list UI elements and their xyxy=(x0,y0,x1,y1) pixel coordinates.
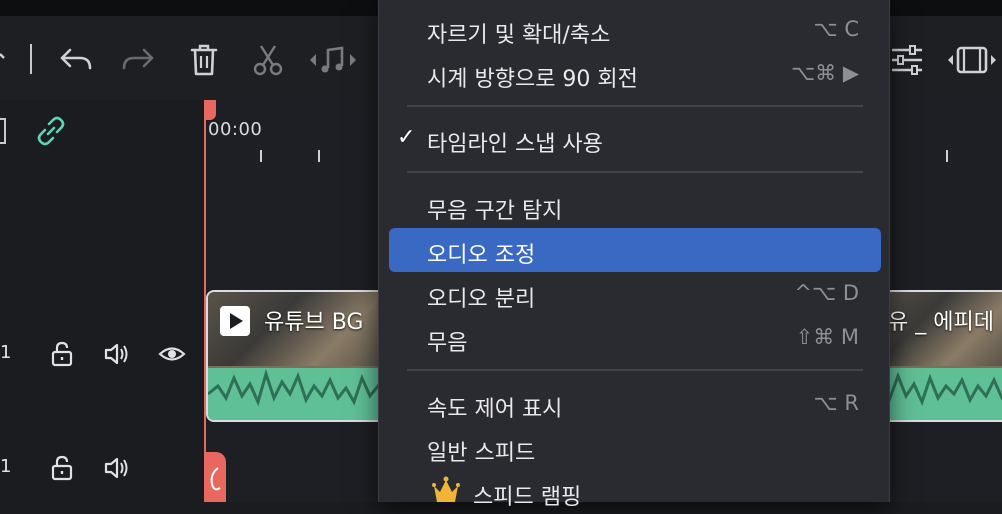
menu-item-shortcut: ⌥ C xyxy=(813,17,859,41)
ruler-tick xyxy=(260,150,262,162)
playhead[interactable] xyxy=(204,100,206,502)
menu-item-shortcut: ⇧⌘ M xyxy=(795,325,859,349)
audio-music-icon[interactable] xyxy=(308,40,358,80)
menu-item-timeline-snap[interactable]: ✓ 타임라인 스냅 사용 xyxy=(389,117,881,161)
menu-item-normal-speed[interactable]: 일반 스피드 xyxy=(389,426,881,470)
menu-item-audio-adjust[interactable]: 오디오 조정 xyxy=(389,228,881,272)
track-select-icon[interactable] xyxy=(0,118,6,144)
menu-item-label: 자르기 및 확대/축소 xyxy=(427,23,611,48)
menu-item-mute[interactable]: 무음 ⇧⌘ M xyxy=(389,316,881,360)
playhead-handle[interactable] xyxy=(204,100,216,120)
track-header-panel xyxy=(0,100,204,502)
adjust-sliders-icon[interactable] xyxy=(888,40,928,80)
menu-item-label: 스피드 램핑 xyxy=(473,485,582,510)
speaker-volume-icon[interactable] xyxy=(102,340,130,368)
menu-item-label: 시계 방향으로 90 회전 xyxy=(427,67,638,92)
delete-trash-icon[interactable] xyxy=(184,40,224,80)
menu-separator xyxy=(407,171,863,173)
scissors-split-icon[interactable] xyxy=(248,40,288,80)
menu-item-silence-detection[interactable]: 무음 구간 탐지 xyxy=(389,184,881,228)
redo-icon[interactable] xyxy=(118,40,158,80)
menu-item-label: 오디오 조정 xyxy=(427,243,536,268)
eye-visibility-icon[interactable] xyxy=(158,340,186,368)
playhead-bottom-handle[interactable] xyxy=(204,452,226,502)
menu-item-label: 무음 구간 탐지 xyxy=(427,199,563,224)
audio-waveform xyxy=(872,368,1002,420)
speaker-volume-icon[interactable] xyxy=(102,454,130,482)
menu-item-speed-control[interactable]: 속도 제어 표시 ⌥ R xyxy=(389,382,881,426)
menu-separator xyxy=(407,105,863,107)
menu-item-speed-ramping[interactable]: 스피드 램핑 xyxy=(389,470,881,514)
context-menu: 자르기 및 확대/축소 ⌥ C 시계 방향으로 90 회전 ⌥⌘ ▶ ✓ 타임라… xyxy=(378,0,890,510)
clip-title: 유튜브 BG xyxy=(264,310,364,335)
menu-item-shortcut: ⌥ R xyxy=(813,391,859,415)
chevron-down-icon[interactable] xyxy=(0,42,8,82)
menu-item-rotate-90[interactable]: 시계 방향으로 90 회전 ⌥⌘ ▶ xyxy=(389,52,881,96)
lock-icon[interactable] xyxy=(48,454,76,482)
ruler-tick xyxy=(318,150,320,162)
menu-item-label: 일반 스피드 xyxy=(427,441,536,466)
menu-item-shortcut: ⌥⌘ ▶ xyxy=(790,61,859,85)
menu-item-label: 타임라인 스냅 사용 xyxy=(427,132,603,157)
track-number: 1 xyxy=(0,342,12,363)
checkmark-icon: ✓ xyxy=(397,125,416,150)
ruler-tick xyxy=(946,150,948,162)
timeline-timecode: 00:00 xyxy=(208,119,263,140)
toolbar-divider xyxy=(30,44,32,74)
track-number: 1 xyxy=(0,456,12,477)
undo-icon[interactable] xyxy=(56,40,96,80)
video-clip-icon xyxy=(220,306,250,336)
menu-separator xyxy=(407,369,863,371)
menu-item-audio-detach[interactable]: 오디오 분리 ^⌥ D xyxy=(389,272,881,316)
menu-item-label: 무음 xyxy=(427,331,468,356)
menu-item-label: 오디오 분리 xyxy=(427,287,536,312)
film-frame-icon[interactable] xyxy=(946,40,998,80)
menu-item-shortcut: ^⌥ D xyxy=(794,281,859,305)
crown-premium-icon xyxy=(431,474,461,506)
clip-title: 유 _ 에피데 xyxy=(888,310,994,335)
link-icon[interactable] xyxy=(34,114,68,152)
lock-icon[interactable] xyxy=(48,340,76,368)
menu-item-crop-zoom[interactable]: 자르기 및 확대/축소 ⌥ C xyxy=(389,8,881,52)
menu-item-label: 속도 제어 표시 xyxy=(427,397,563,422)
